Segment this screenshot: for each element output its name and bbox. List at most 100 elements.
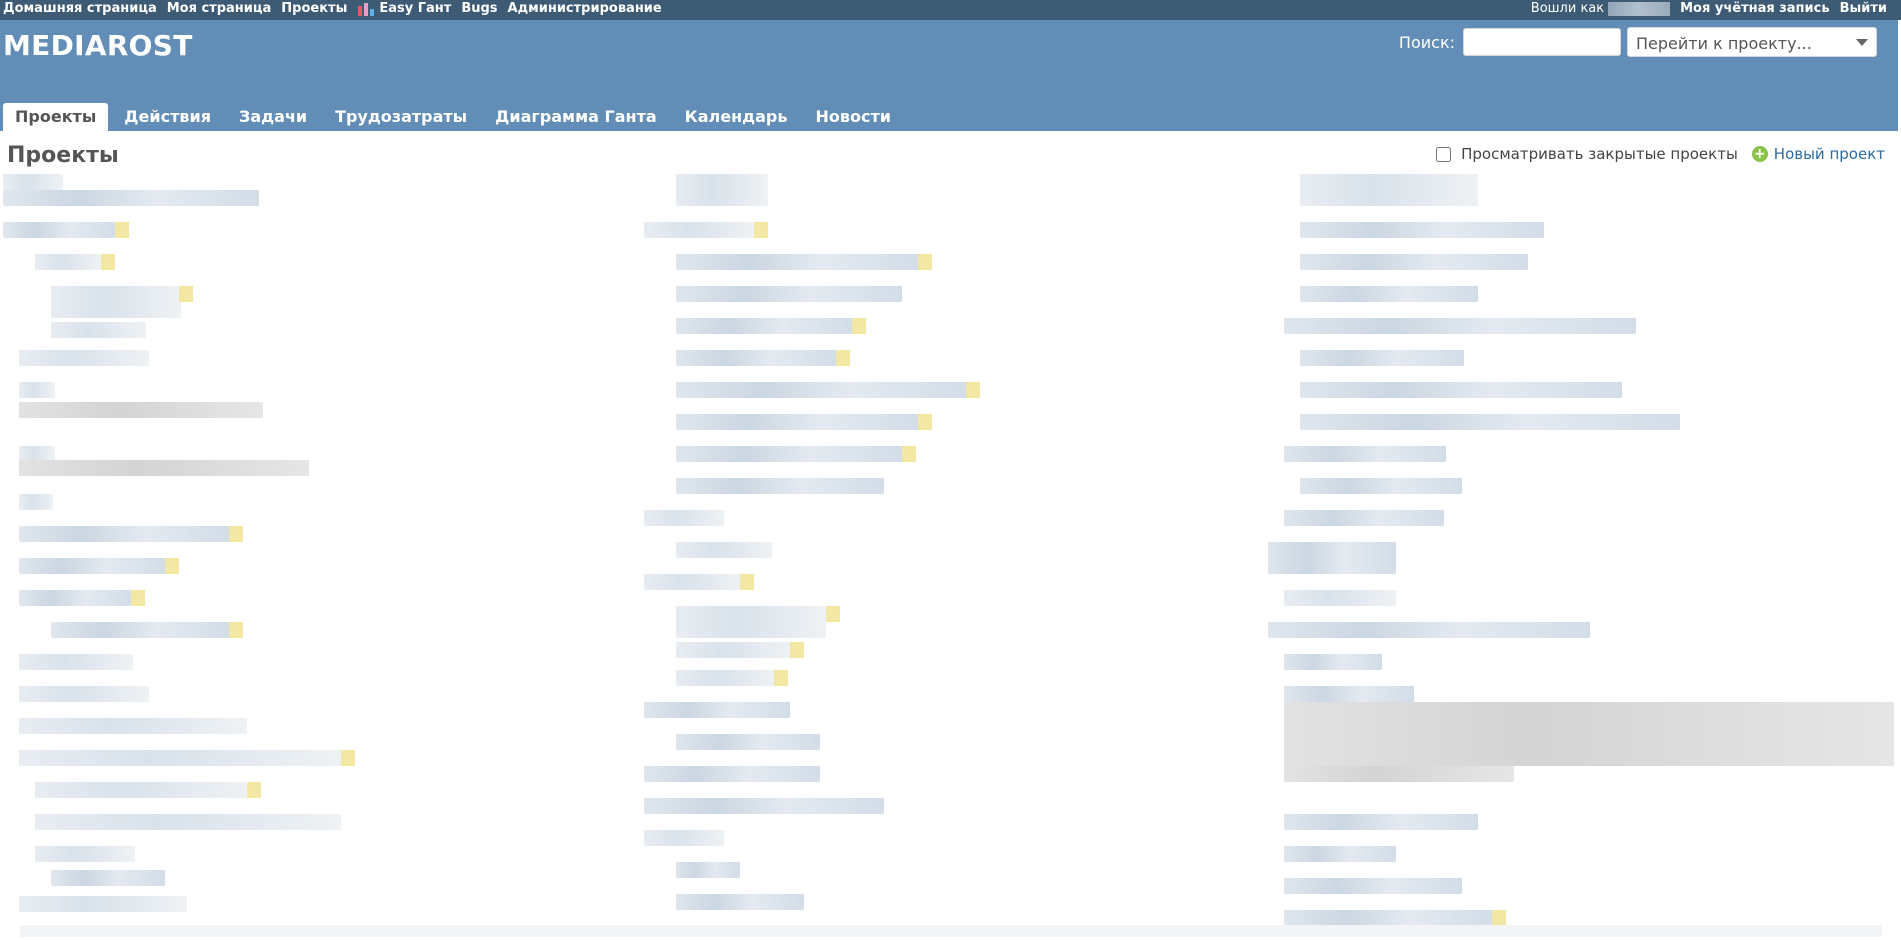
show-closed-label[interactable]: Просматривать закрытые проекты (1461, 145, 1738, 163)
tab-calendar[interactable]: Календарь (673, 103, 800, 131)
horizontal-scrollbar[interactable] (20, 925, 1882, 937)
redacted-project[interactable] (644, 830, 724, 846)
redacted-project[interactable] (35, 782, 249, 798)
redacted-project[interactable] (676, 894, 804, 910)
redacted-project[interactable] (1300, 286, 1478, 302)
redacted-project[interactable] (644, 510, 724, 526)
redacted-project[interactable] (19, 718, 247, 734)
redacted-project[interactable] (676, 174, 768, 206)
redacted-project[interactable] (19, 654, 133, 670)
redacted-project[interactable] (19, 558, 165, 574)
redacted-project[interactable] (1268, 622, 1590, 638)
redacted-marker (918, 254, 932, 270)
redacted-project[interactable] (51, 322, 146, 338)
user-name-redacted[interactable] (1608, 2, 1671, 16)
redacted-project[interactable] (644, 702, 790, 718)
redacted-project[interactable] (676, 862, 740, 878)
redacted-project[interactable] (1284, 654, 1382, 670)
show-closed-checkbox[interactable] (1436, 146, 1452, 162)
redacted-project[interactable] (676, 286, 902, 302)
top-link-projects[interactable]: Проекты (281, 1, 347, 17)
redacted-project[interactable] (19, 350, 149, 366)
redacted-project[interactable] (1284, 910, 1494, 926)
search-input[interactable] (1463, 28, 1621, 56)
top-link-easy-gantt[interactable]: Easy Гант (357, 1, 451, 17)
tab-issues[interactable]: Задачи (227, 103, 319, 131)
redacted-project[interactable] (1284, 446, 1446, 462)
projects-column-1 (3, 174, 623, 940)
redacted-project[interactable] (51, 622, 229, 638)
redacted-project[interactable] (1300, 414, 1680, 430)
redacted-marker (1492, 910, 1506, 926)
redacted-project[interactable] (3, 190, 259, 206)
redacted-project[interactable] (3, 222, 115, 238)
redacted-project[interactable] (676, 734, 820, 750)
redacted-project[interactable] (51, 870, 165, 886)
tab-gantt[interactable]: Диаграмма Ганта (483, 103, 669, 131)
redacted-project[interactable] (51, 286, 181, 318)
top-link-my-page[interactable]: Моя страница (167, 1, 272, 17)
redacted-project[interactable] (1284, 766, 1514, 782)
redacted-project[interactable] (19, 896, 187, 912)
tab-projects[interactable]: Проекты (3, 103, 109, 131)
redacted-project[interactable] (644, 798, 884, 814)
search-label: Поиск: (1398, 32, 1455, 52)
redacted-project[interactable] (676, 414, 918, 430)
redacted-marker (740, 574, 754, 590)
tab-activity[interactable]: Действия (112, 103, 223, 131)
redacted-project[interactable] (3, 174, 63, 190)
redacted-project[interactable] (1284, 510, 1444, 526)
redacted-project[interactable] (644, 222, 754, 238)
redacted-project[interactable] (19, 590, 131, 606)
redacted-project[interactable] (676, 254, 920, 270)
redacted-project[interactable] (1300, 174, 1478, 206)
redacted-project[interactable] (644, 574, 740, 590)
redacted-project[interactable] (1284, 686, 1414, 702)
redacted-project[interactable] (1300, 350, 1464, 366)
redacted-project[interactable] (1284, 590, 1396, 606)
redacted-marker (229, 622, 243, 638)
redacted-project[interactable] (1300, 382, 1622, 398)
redacted-project[interactable] (19, 402, 263, 418)
redacted-project[interactable] (676, 606, 826, 638)
redacted-project[interactable] (676, 382, 968, 398)
redacted-project[interactable] (19, 526, 229, 542)
top-link-home[interactable]: Домашняя страница (3, 1, 157, 17)
tab-news[interactable]: Новости (803, 103, 902, 131)
redacted-project[interactable] (1284, 318, 1636, 334)
redacted-project[interactable] (676, 642, 792, 658)
redacted-project[interactable] (676, 446, 902, 462)
redacted-project[interactable] (35, 846, 135, 862)
redacted-marker (918, 414, 932, 430)
redacted-project[interactable] (676, 318, 854, 334)
tab-time-entries[interactable]: Трудозатраты (323, 103, 479, 131)
top-link-bugs[interactable]: Bugs (461, 1, 497, 17)
redacted-project[interactable] (676, 478, 884, 494)
redacted-project[interactable] (19, 460, 309, 476)
redacted-project[interactable] (19, 382, 55, 398)
redacted-project[interactable] (1300, 222, 1544, 238)
redacted-project[interactable] (676, 542, 772, 558)
logout-link[interactable]: Выйти (1840, 1, 1887, 17)
redacted-project[interactable] (1284, 846, 1396, 862)
redacted-project[interactable] (35, 254, 101, 270)
redacted-project[interactable] (19, 750, 343, 766)
redacted-project[interactable] (1300, 254, 1528, 270)
redacted-project[interactable] (1284, 878, 1462, 894)
redacted-project[interactable] (19, 686, 149, 702)
redacted-project[interactable] (1284, 814, 1478, 830)
project-jump-select[interactable]: Перейти к проекту... (1627, 27, 1877, 57)
redacted-project[interactable] (644, 766, 820, 782)
redacted-project[interactable] (35, 814, 341, 830)
new-project-link[interactable]: Новый проект (1774, 145, 1885, 163)
site-title[interactable]: MEDIAROST (3, 29, 193, 62)
redacted-marker (754, 222, 768, 238)
redacted-project[interactable] (1284, 702, 1894, 766)
redacted-project[interactable] (676, 350, 836, 366)
redacted-project[interactable] (1300, 478, 1462, 494)
redacted-project[interactable] (676, 670, 776, 686)
redacted-project[interactable] (19, 494, 53, 510)
my-account-link[interactable]: Моя учётная запись (1680, 1, 1829, 17)
top-link-admin[interactable]: Администрирование (508, 1, 662, 17)
redacted-project[interactable] (1268, 542, 1396, 574)
